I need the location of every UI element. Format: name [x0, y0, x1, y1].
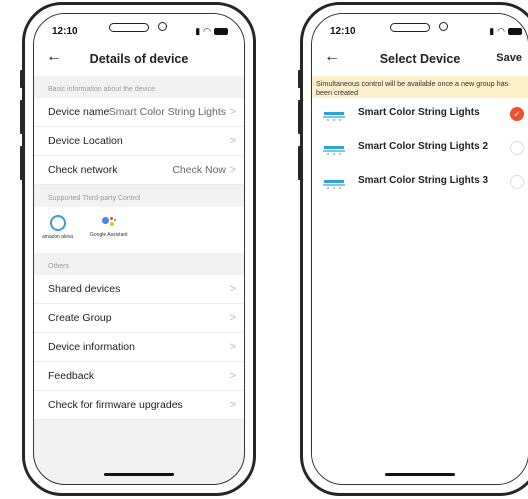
- battery-icon: [508, 28, 522, 35]
- device-name-label: Device name: [48, 106, 110, 118]
- section-others: Others: [34, 253, 244, 275]
- others-item-label: Feedback: [48, 370, 95, 382]
- others-item-row[interactable]: Shared devices >: [34, 275, 244, 304]
- status-bar: 12:10 ▮ ◠: [312, 14, 528, 42]
- check-now-value: Check Now: [172, 164, 226, 176]
- status-time: 12:10: [52, 26, 78, 37]
- device-location-label: Device Location: [48, 135, 123, 147]
- side-button: [298, 146, 301, 180]
- chevron-right-icon: >: [229, 341, 236, 353]
- speaker-notch: [390, 20, 450, 32]
- device-name: Smart Color String Lights: [358, 107, 480, 118]
- nav-bar: ← Details of device: [34, 42, 244, 76]
- chevron-right-icon: >: [229, 312, 236, 324]
- google-assistant-item[interactable]: Google Assistant: [90, 215, 128, 238]
- device-name-value: Smart Color String Lights: [108, 106, 226, 118]
- string-lights-icon: [323, 180, 345, 189]
- device-list-item[interactable]: Smart Color String Lights ✓: [312, 98, 528, 132]
- side-button: [298, 100, 301, 134]
- side-button: [20, 146, 23, 180]
- device-list-item[interactable]: Smart Color String Lights 2: [312, 132, 528, 166]
- device-list-item[interactable]: Smart Color String Lights 3: [312, 166, 528, 200]
- third-party-row: amazon alexa Google Assistant: [34, 207, 244, 253]
- google-assistant-label: Google Assistant: [90, 232, 128, 238]
- chevron-right-icon: >: [229, 106, 236, 118]
- radio-button[interactable]: [510, 141, 524, 155]
- others-item-row[interactable]: Feedback >: [34, 362, 244, 391]
- save-button[interactable]: Save: [496, 52, 522, 64]
- chevron-right-icon: >: [229, 399, 236, 411]
- settings-list: Basic information about the device Devic…: [34, 76, 244, 420]
- home-indicator: [385, 473, 455, 476]
- chevron-right-icon: >: [229, 164, 236, 176]
- chevron-right-icon: >: [229, 283, 236, 295]
- side-button: [20, 70, 23, 88]
- string-lights-icon: [323, 146, 345, 155]
- device-name: Smart Color String Lights 3: [358, 175, 489, 186]
- status-bar: 12:10 ▮ ◠: [34, 14, 244, 42]
- left-phone-screen: 12:10 ▮ ◠ ← Details of device Basic info…: [33, 13, 245, 485]
- google-assistant-logo-icon: [101, 215, 117, 229]
- check-network-row[interactable]: Check network Check Now >: [34, 156, 244, 185]
- device-location-row[interactable]: Device Location >: [34, 127, 244, 156]
- signal-icon: ▮: [195, 26, 201, 36]
- right-phone-frame: 12:10 ▮ ◠ ← Select Device Save Simultane…: [300, 2, 528, 496]
- battery-icon: [214, 28, 228, 35]
- radio-button[interactable]: [510, 175, 524, 189]
- left-phone-frame: 12:10 ▮ ◠ ← Details of device Basic info…: [22, 2, 256, 496]
- device-list: Smart Color String Lights ✓ Smart Color St…: [312, 98, 528, 484]
- others-item-label: Shared devices: [48, 283, 121, 295]
- string-lights-icon: [323, 112, 345, 121]
- section-basic-info: Basic information about the device: [34, 76, 244, 98]
- others-item-row[interactable]: Create Group >: [34, 304, 244, 333]
- others-item-label: Create Group: [48, 312, 112, 324]
- others-item-label: Check for firmware upgrades: [48, 399, 183, 411]
- section-third-party: Supported Third-party Control: [34, 185, 244, 207]
- wifi-icon: ◠: [203, 26, 211, 36]
- status-time: 12:10: [330, 26, 356, 37]
- others-item-label: Device information: [48, 341, 135, 353]
- status-icons: ▮ ◠: [195, 26, 228, 37]
- alexa-logo-icon: [49, 215, 66, 231]
- others-list: Shared devices > Create Group > Device infor…: [34, 275, 244, 420]
- check-network-label: Check network: [48, 164, 118, 176]
- device-name-row[interactable]: Device name Smart Color String Lights >: [34, 98, 244, 127]
- chevron-right-icon: >: [229, 135, 236, 147]
- status-icons: ▮ ◠: [489, 26, 522, 37]
- alexa-item[interactable]: amazon alexa: [42, 215, 73, 240]
- speaker-notch: [109, 20, 169, 32]
- home-indicator: [104, 473, 174, 476]
- others-item-row[interactable]: Device information >: [34, 333, 244, 362]
- device-name: Smart Color String Lights 2: [358, 141, 489, 152]
- alexa-label: amazon alexa: [42, 234, 74, 240]
- chevron-right-icon: >: [229, 370, 236, 382]
- nav-bar: ← Select Device Save: [312, 42, 528, 76]
- right-phone-screen: 12:10 ▮ ◠ ← Select Device Save Simultane…: [311, 13, 528, 485]
- selected-check-icon[interactable]: ✓: [510, 107, 524, 121]
- others-item-row[interactable]: Check for firmware upgrades >: [34, 391, 244, 420]
- signal-icon: ▮: [489, 26, 495, 36]
- page-title: Details of device: [89, 52, 189, 66]
- group-info-banner: Simultaneous control will be available o…: [312, 76, 528, 98]
- side-button: [298, 70, 301, 88]
- wifi-icon: ◠: [497, 26, 505, 36]
- side-button: [20, 100, 23, 134]
